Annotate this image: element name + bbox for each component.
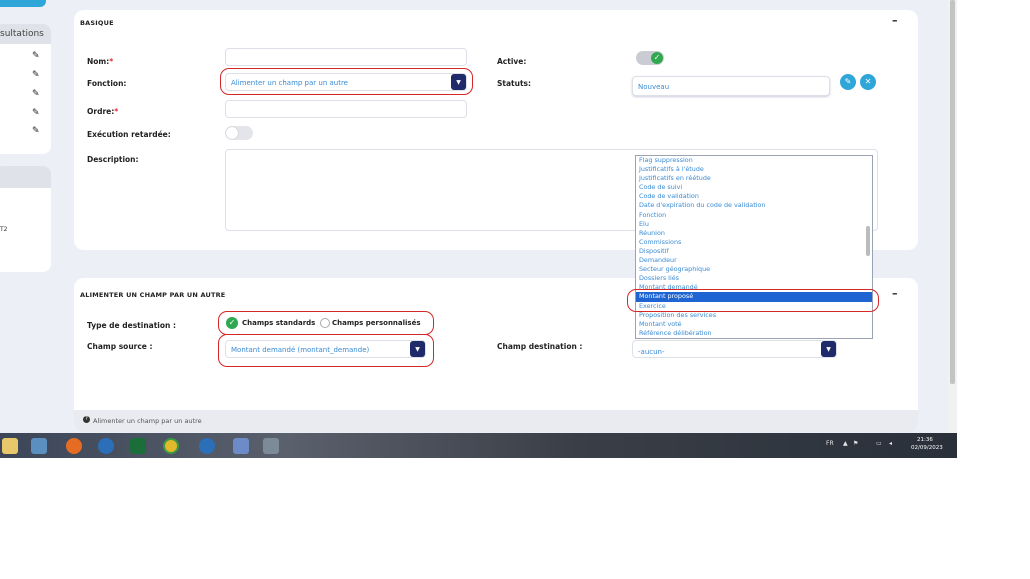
nom-input[interactable] [225, 48, 467, 66]
pencil-icon[interactable]: ✎ [32, 126, 40, 136]
page-scrollbar-thumb[interactable] [950, 0, 955, 384]
dropdown-option[interactable]: Code de validation [636, 192, 872, 201]
ordre-label: Ordre:* [87, 107, 119, 116]
language-indicator[interactable]: FR [826, 440, 834, 447]
edit-icon[interactable]: ✎ [840, 74, 856, 90]
alimenter-title: ALIMENTER UN CHAMP PAR UN AUTRE [80, 291, 226, 299]
highlight-ring [220, 68, 473, 95]
media-icon[interactable] [263, 438, 279, 454]
dropdown-option[interactable]: Dispositif [636, 247, 872, 256]
dropdown-option[interactable]: Flag suppression [636, 156, 872, 165]
dropdown-option[interactable]: Justificatifs en réétude [636, 174, 872, 183]
dropdown-scrollbar[interactable] [866, 226, 870, 256]
statuts-label: Statuts: [497, 79, 532, 88]
explorer-icon[interactable] [2, 438, 18, 454]
app-icon[interactable] [98, 438, 114, 454]
consultations-header[interactable]: sultations [0, 24, 51, 44]
dropdown-option[interactable]: Réunion [636, 229, 872, 238]
ordre-input[interactable] [225, 100, 467, 118]
champ-destination-label: Champ destination : [497, 342, 583, 351]
clock-date[interactable]: 02/09/2023 [911, 445, 943, 451]
tray-chevron-icon[interactable]: ▲ [843, 440, 848, 447]
taskbar: FR ▲ ⚑ ▭ ◂ 21:36 02/09/2023 [0, 433, 957, 458]
dropdown-option[interactable]: Code de suivi [636, 183, 872, 192]
dropdown-option[interactable]: Justificatifs à l'étude [636, 165, 872, 174]
highlight-ring [218, 311, 434, 335]
dropdown-option[interactable]: Référence délibération [636, 329, 872, 338]
basique-collapse-button[interactable]: – [892, 14, 898, 27]
side-text-fragment: T2 [0, 226, 8, 233]
active-toggle[interactable]: ✓ [636, 51, 664, 65]
k-app-icon[interactable] [130, 438, 146, 454]
info-text: Alimenter un champ par un autre [93, 417, 202, 425]
secondary-side-card: T2 [0, 166, 51, 272]
flag-icon[interactable]: ⚑ [853, 440, 858, 447]
pencil-icon[interactable]: ✎ [32, 108, 40, 118]
tool-icon[interactable] [233, 438, 249, 454]
statuts-value: Nouveau [638, 83, 670, 91]
chrome-icon[interactable] [163, 438, 179, 454]
page-scrollbar[interactable] [948, 0, 957, 433]
clock-time[interactable]: 21:36 [917, 437, 933, 443]
firefox-icon[interactable] [66, 438, 82, 454]
pencil-icon[interactable]: ✎ [32, 51, 40, 61]
consultations-card: sultations ✎ ✎ ✎ ✎ ✎ [0, 24, 51, 154]
secondary-side-header [0, 166, 51, 188]
type-destination-label: Type de destination : [87, 321, 176, 330]
chevron-down-icon[interactable]: ▼ [821, 341, 836, 357]
top-tab[interactable] [0, 0, 46, 7]
dropdown-option[interactable]: Date d'expiration du code de validation [636, 201, 872, 210]
execution-toggle[interactable] [225, 126, 253, 140]
alimenter-collapse-button[interactable]: – [892, 287, 898, 300]
description-label: Description: [87, 155, 139, 164]
info-icon: ? [83, 416, 90, 423]
pencil-icon[interactable]: ✎ [32, 70, 40, 80]
fonction-label: Fonction: [87, 79, 127, 88]
basique-title: BASIQUE [80, 19, 114, 27]
dropdown-option[interactable]: Fonction [636, 211, 872, 220]
app-window: sultations ✎ ✎ ✎ ✎ ✎ T2 BASIQUE – Nom:* … [0, 0, 957, 458]
network-icon[interactable] [31, 438, 47, 454]
app-icon[interactable] [199, 438, 215, 454]
info-footer: ? Alimenter un champ par un autre [74, 410, 918, 432]
check-icon: ✓ [651, 52, 663, 64]
champ-destination-select[interactable]: -aucun- ▼ [632, 340, 837, 358]
dropdown-option[interactable]: Demandeur [636, 256, 872, 265]
dropdown-option[interactable]: Secteur géographique [636, 265, 872, 274]
nom-label: Nom:* [87, 57, 114, 66]
network-tray-icon[interactable]: ▭ [876, 440, 882, 447]
dropdown-option[interactable]: Dossiers liés [636, 274, 872, 283]
dropdown-option[interactable]: Montant voté [636, 320, 872, 329]
statuts-input[interactable]: Nouveau [632, 76, 830, 96]
dropdown-option[interactable]: Commissions [636, 238, 872, 247]
dropdown-option[interactable]: Elu [636, 220, 872, 229]
highlight-ring [218, 334, 434, 367]
toggle-knob [226, 127, 238, 139]
champ-source-label: Champ source : [87, 342, 153, 351]
close-icon[interactable]: ✕ [860, 74, 876, 90]
execution-label: Exécution retardée: [87, 130, 171, 139]
volume-icon[interactable]: ◂ [889, 440, 892, 447]
champ-destination-value: -aucun- [638, 348, 665, 356]
highlight-ring [627, 289, 879, 312]
active-label: Active: [497, 57, 527, 66]
pencil-icon[interactable]: ✎ [32, 89, 40, 99]
